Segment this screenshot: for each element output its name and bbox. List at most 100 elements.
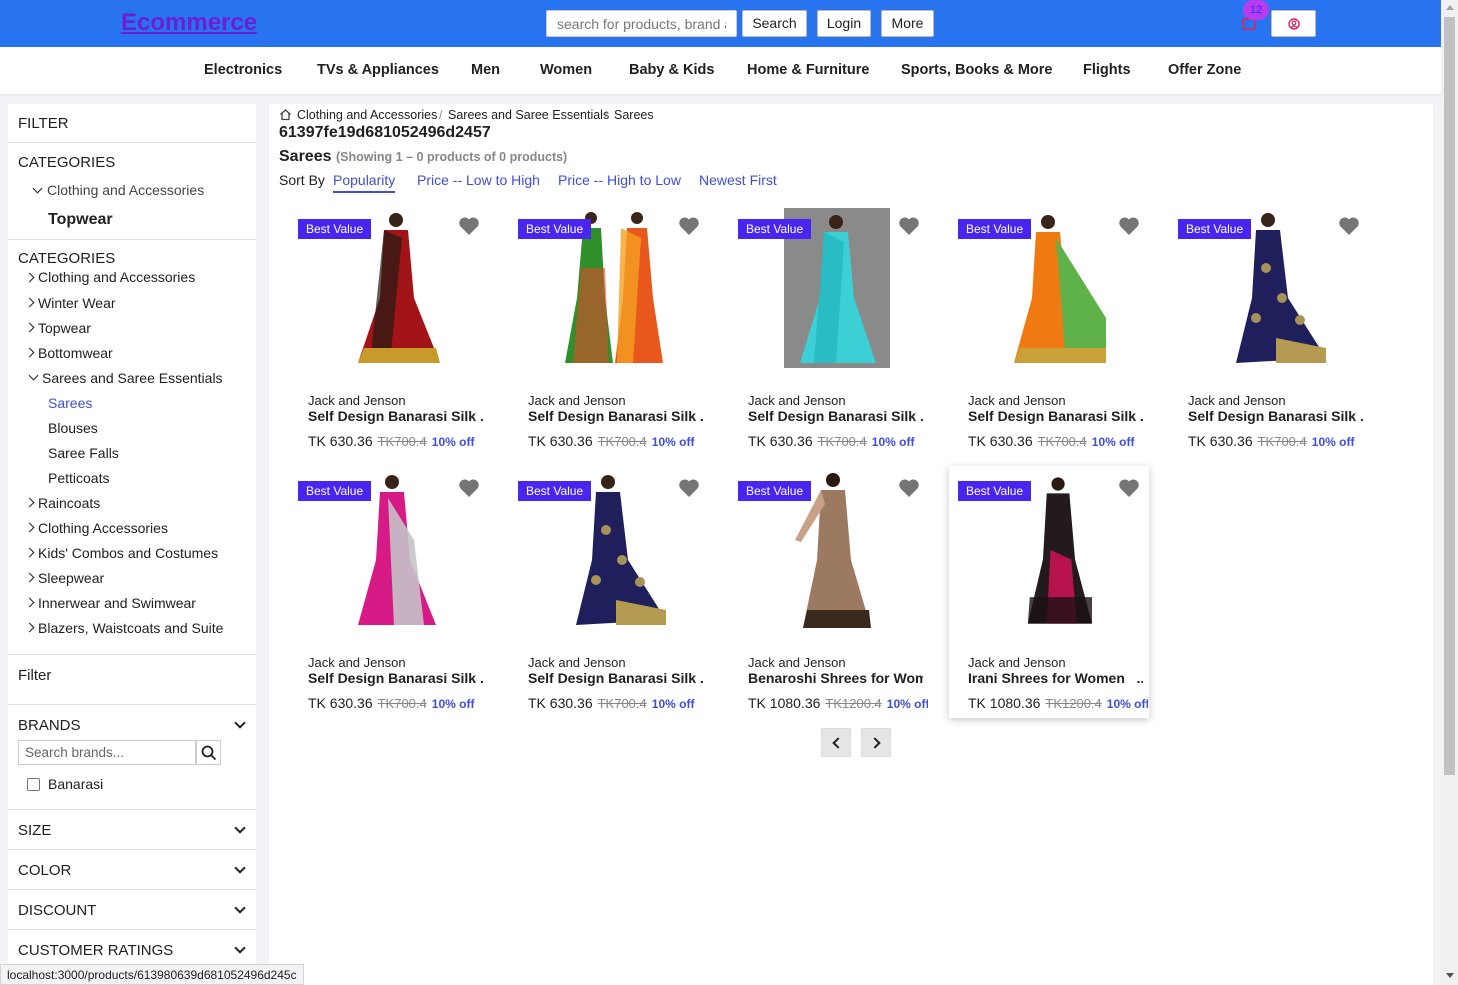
category-item-active[interactable]: Sarees [48,395,92,411]
size-title[interactable]: SIZE [18,822,51,839]
color-title[interactable]: COLOR [18,862,71,879]
category-item[interactable]: Raincoats [38,495,100,511]
product-name[interactable]: Self Design Banarasi Silk ... [528,670,703,686]
chevron-right-icon [24,497,35,508]
scrollbar-thumb[interactable] [1444,17,1455,775]
site-logo[interactable]: Ecommerce [121,9,257,37]
search-input[interactable] [546,10,737,37]
breadcrumb-item[interactable]: Sarees [614,108,654,122]
next-page-button[interactable] [861,728,891,757]
chevron-down-icon[interactable] [234,902,246,914]
chevron-down-icon[interactable] [234,717,246,729]
product-price: TK 630.36 [308,695,373,711]
product-card[interactable]: Best Value Jack and Jenson Self Design B… [949,204,1149,456]
filter-sidebar: FILTER CATEGORIES Clothing and Accessori… [8,104,256,985]
product-mrp: TK700.4 [597,434,647,449]
product-name[interactable]: Self Design Banarasi Silk ... [748,408,923,424]
product-card[interactable]: Best Value Jack and Jenson Self Design B… [289,204,489,456]
chevron-down-icon[interactable] [234,822,246,834]
nav-baby-kids[interactable]: Baby & Kids [629,62,714,78]
chevron-down-icon[interactable] [234,862,246,874]
parent-category-link[interactable]: Clothing and Accessories [47,182,204,198]
nav-sports-books[interactable]: Sports, Books & More [901,62,1052,78]
product-name[interactable]: Self Design Banarasi Silk ... [968,408,1143,424]
discount-title[interactable]: DISCOUNT [18,902,96,919]
account-button[interactable] [1271,10,1316,37]
product-name[interactable]: Self Design Banarasi Silk ... [1188,408,1363,424]
product-price: TK 630.36 [528,695,593,711]
chevron-right-icon [24,297,35,308]
product-card[interactable]: Best Value Jack and Jenson Self Design B… [1169,204,1369,456]
chevron-down-icon [32,183,43,194]
category-item[interactable]: Blazers, Waistcoats and Suite [38,620,223,636]
product-name[interactable]: Irani Shrees for Women ... [968,670,1143,686]
sort-newest[interactable]: Newest First [699,172,777,188]
brand-search-input[interactable] [18,740,196,765]
heart-icon[interactable] [458,216,480,236]
brands-title[interactable]: BRANDS [18,717,81,734]
divider [8,849,256,850]
nav-tvs-appliances[interactable]: TVs & Appliances [317,62,439,78]
login-button[interactable]: Login [817,10,871,37]
prev-page-button[interactable] [821,728,851,757]
vertical-scrollbar[interactable] [1441,0,1458,985]
category-item[interactable]: Petticoats [48,470,109,486]
heart-icon[interactable] [898,216,920,236]
category-item[interactable]: Winter Wear [38,295,116,311]
sort-price-low-high[interactable]: Price -- Low to High [417,172,540,188]
product-card[interactable]: Best Value Jack and Jenson Self Design B… [509,466,709,718]
sort-price-high-low[interactable]: Price -- High to Low [558,172,681,188]
category-item[interactable]: Topwear [38,320,91,336]
heart-icon[interactable] [678,478,700,498]
category-item[interactable]: Kids' Combos and Costumes [38,545,218,561]
product-price: TK 630.36 [1188,433,1253,449]
nav-men[interactable]: Men [471,62,500,78]
product-price: TK 1080.36 [968,695,1041,711]
sort-popularity[interactable]: Popularity [333,172,396,193]
search-button[interactable]: Search [742,10,807,37]
nav-electronics[interactable]: Electronics [204,62,282,78]
product-card-hovered[interactable]: Best Value Jack and Jenson Irani Shrees … [949,466,1149,718]
product-card[interactable]: Best Value Jack and Jenson Self Design B… [729,204,929,456]
divider [8,809,256,810]
nav-flights[interactable]: Flights [1083,62,1131,78]
chevron-down-icon[interactable] [234,942,246,954]
category-item[interactable]: Blouses [48,420,98,436]
heart-icon[interactable] [898,478,920,498]
category-item[interactable]: Sleepwear [38,570,104,586]
more-button[interactable]: More [881,10,934,37]
product-name[interactable]: Self Design Banarasi Silk ... [528,408,703,424]
nav-women[interactable]: Women [540,62,592,78]
breadcrumb-item[interactable]: Clothing and Accessories [297,108,437,122]
product-card[interactable]: Best Value Jack and Jenson Self Design B… [509,204,709,456]
product-name[interactable]: Self Design Banarasi Silk ... [308,408,483,424]
heart-icon[interactable] [458,478,480,498]
nav-offer-zone[interactable]: Offer Zone [1168,62,1241,78]
category-item[interactable]: Bottomwear [38,345,113,361]
nav-home-furniture[interactable]: Home & Furniture [747,62,869,78]
scroll-down-arrow[interactable] [1446,973,1454,978]
product-card[interactable]: Best Value Jack and Jenson Benaroshi Shr… [729,466,929,718]
brand-option-label[interactable]: Banarasi [48,776,103,792]
customer-ratings-title[interactable]: CUSTOMER RATINGS [18,942,173,959]
category-item[interactable]: Clothing Accessories [38,520,168,536]
home-icon[interactable] [279,108,292,121]
product-brand: Jack and Jenson [968,655,1066,670]
heart-icon[interactable] [678,216,700,236]
heart-icon[interactable] [1338,216,1360,236]
category-item[interactable]: Clothing and Accessories [38,269,195,285]
category-item[interactable]: Innerwear and Swimwear [38,595,196,611]
top-header: Ecommerce Search Login More 12 [0,0,1441,47]
brand-checkbox[interactable] [27,778,40,791]
category-item[interactable]: Saree Falls [48,445,119,461]
scroll-up-arrow[interactable] [1446,5,1454,10]
product-card[interactable]: Best Value Jack and Jenson Self Design B… [289,466,489,718]
product-name[interactable]: Self Design Banarasi Silk ... [308,670,483,686]
breadcrumb-item[interactable]: Sarees and Saree Essentials [448,108,609,122]
category-item[interactable]: Sarees and Saree Essentials [42,370,223,386]
product-discount: 10% off [1311,435,1355,449]
heart-icon[interactable] [1118,216,1140,236]
product-name[interactable]: Benaroshi Shrees for Wom... [748,670,923,686]
heart-icon[interactable] [1118,478,1140,498]
brand-search-button[interactable] [196,740,221,765]
